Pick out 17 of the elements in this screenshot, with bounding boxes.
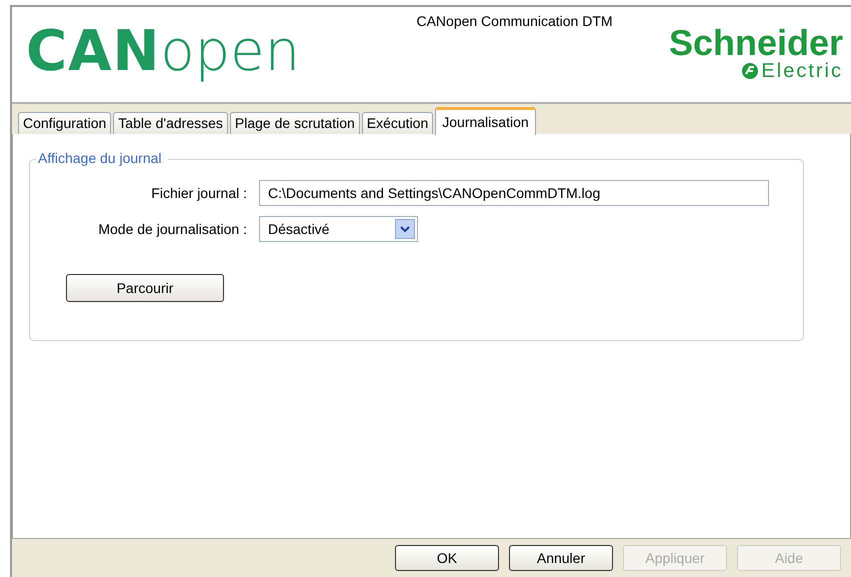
company-logo: Schneider Electric xyxy=(668,25,843,81)
tab[interactable]: Exécution xyxy=(362,112,434,134)
dialog-button[interactable]: OK xyxy=(395,545,499,571)
tab[interactable]: Configuration xyxy=(18,112,112,134)
field-label: Mode de journalisation : xyxy=(97,221,247,237)
canopen-logo: CANopen xyxy=(26,21,300,82)
dialog-button[interactable]: Annuler xyxy=(509,545,613,571)
group-title: Affichage du journal xyxy=(36,150,168,166)
tab[interactable]: Journalisation xyxy=(435,107,536,135)
field-label: Fichier journal : xyxy=(150,185,247,201)
mode-dropdown[interactable]: Désactivé xyxy=(259,216,418,242)
browse-button[interactable]: Parcourir xyxy=(66,274,224,302)
window-title: CANopen Communication DTM xyxy=(416,13,613,29)
log-file-field[interactable]: C:\Documents and Settings\CANOpenCommDTM.log xyxy=(259,180,769,206)
chevron-down-icon xyxy=(395,219,415,239)
tab[interactable]: Plage de scrutation xyxy=(230,112,360,134)
tab[interactable]: Table d'adresses xyxy=(113,112,228,134)
